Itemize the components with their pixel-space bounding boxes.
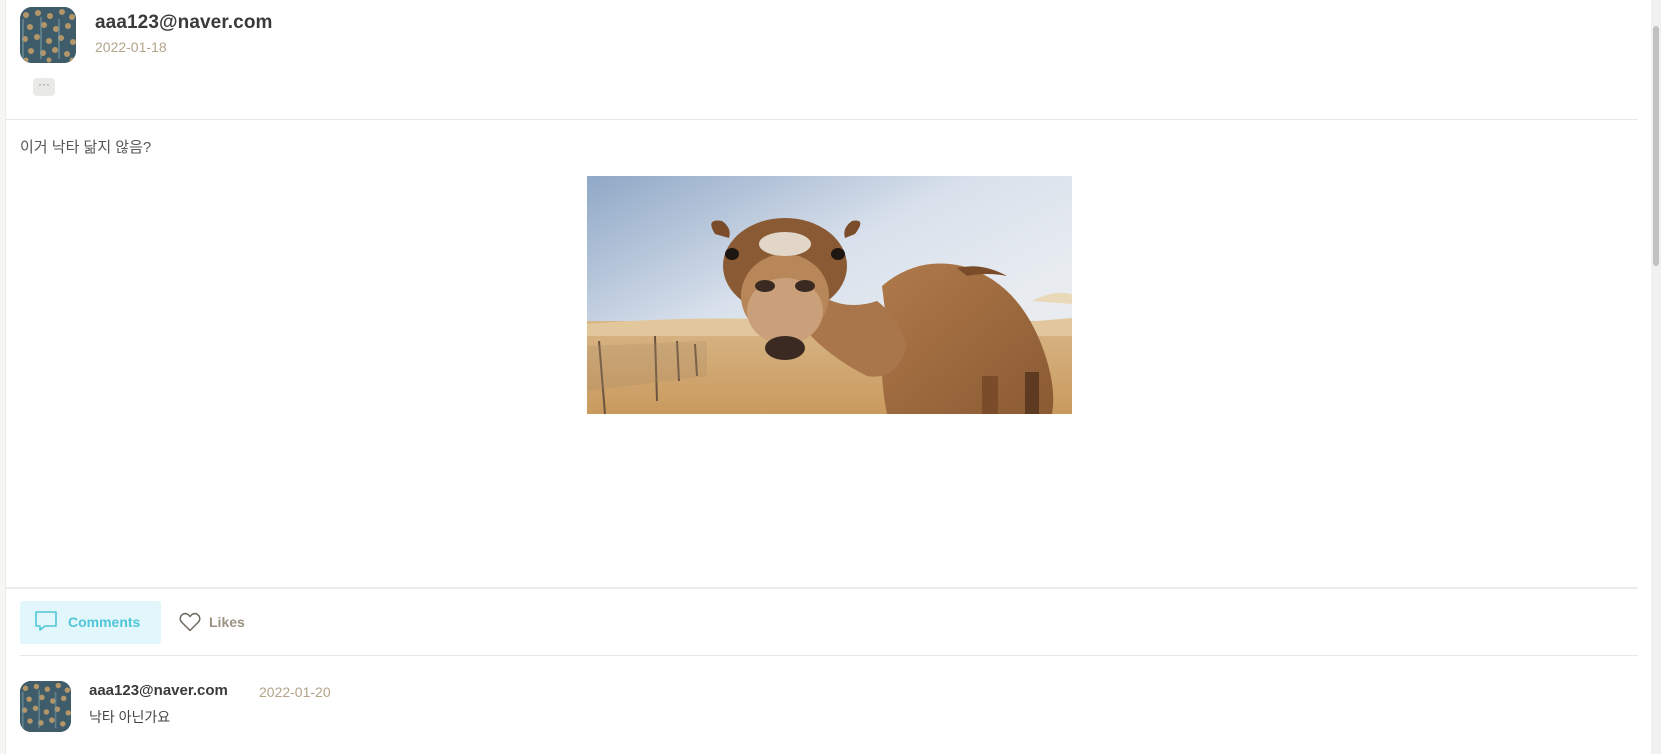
post-detail-page: aaa123@naver.com 2022-01-18 ··· 이거 낙타 닮지… (0, 0, 1661, 754)
comment-date: 2022-01-20 (259, 684, 331, 700)
avatar-pattern-icon (20, 7, 76, 63)
likes-tab-label: Likes (209, 614, 245, 630)
comment-author[interactable]: aaa123@naver.com (89, 682, 228, 699)
post-author[interactable]: aaa123@naver.com (95, 12, 273, 34)
actions-divider (20, 655, 1638, 656)
scrollbar-thumb[interactable] (1653, 26, 1659, 266)
comments-tab[interactable]: Comments (20, 601, 161, 644)
post-date: 2022-01-18 (95, 39, 167, 55)
likes-tab[interactable]: Likes (176, 601, 256, 644)
camel-photo-icon (587, 176, 1072, 414)
post-header: aaa123@naver.com 2022-01-18 ··· (6, 0, 1638, 120)
heart-icon (178, 610, 202, 634)
comment-avatar[interactable] (20, 681, 71, 732)
post-body-divider (6, 587, 1638, 589)
comment-text: 낙타 아닌가요 (89, 709, 171, 725)
post-image[interactable] (587, 176, 1072, 414)
more-options-button[interactable]: ··· (33, 78, 55, 96)
avatar-pattern-icon (20, 681, 71, 732)
post-text: 이거 낙타 닮지 않음? (20, 139, 152, 156)
author-avatar[interactable] (20, 7, 76, 63)
vertical-scrollbar[interactable] (1651, 0, 1661, 754)
comments-tab-label: Comments (68, 614, 141, 630)
speech-bubble-icon (34, 609, 58, 633)
